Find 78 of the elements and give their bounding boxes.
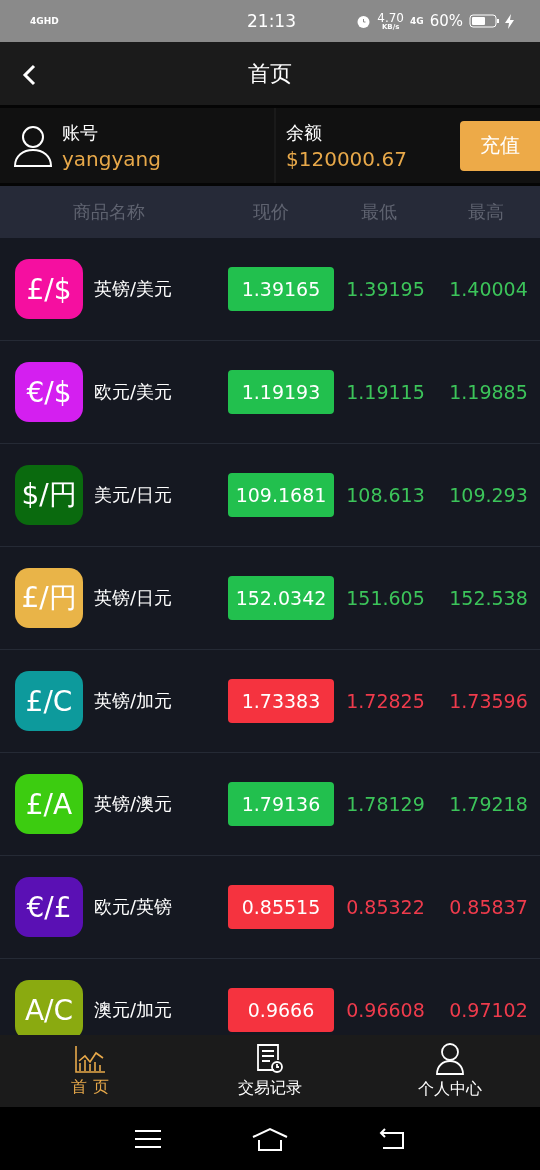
network-type: 4G [410,16,424,26]
high-price: 1.79218 [448,793,529,815]
current-price: 109.1681 [228,473,334,517]
menu-icon[interactable] [135,1128,162,1149]
high-price: 1.73596 [448,690,529,712]
balance-label: 余额 [286,120,323,145]
low-price: 1.39195 [345,278,426,300]
balance-amount: $120000.67 [286,146,407,171]
pair-name: 欧元/美元 [94,380,174,404]
current-price: 0.85515 [228,885,334,929]
currency-symbol: £/円 [15,568,83,628]
low-price: 108.613 [345,484,426,506]
current-price: 1.19193 [228,370,334,414]
currency-symbol: £/C [15,671,83,731]
current-price: 0.9666 [228,988,334,1032]
high-price: 0.97102 [448,999,529,1021]
back-icon[interactable] [22,64,36,86]
currency-row[interactable]: £/A 英镑/澳元 1.79136 1.78129 1.79218 [0,753,540,856]
battery-icon [469,14,499,28]
network-indicator: 4GHD [30,16,59,26]
current-price: 1.79136 [228,782,334,826]
pair-name: 英镑/日元 [94,586,174,610]
person-icon [436,1042,464,1075]
document-clock-icon [256,1043,284,1074]
nav-tab[interactable]: 个人中心 [360,1035,540,1107]
high-price: 1.19885 [448,381,529,403]
pair-name: 英镑/美元 [94,277,174,301]
back-nav-icon[interactable] [378,1127,405,1150]
account-label: 账号 [62,120,99,145]
pair-name: 澳元/加元 [94,998,174,1022]
home-icon[interactable] [252,1126,288,1151]
pair-name: 欧元/英镑 [94,895,174,919]
page-title: 首页 [248,59,292,88]
currency-symbol: $/円 [15,465,83,525]
current-price: 1.73383 [228,679,334,723]
currency-symbol: €/£ [15,877,83,937]
current-price: 1.39165 [228,267,334,311]
alarm-icon [356,13,372,29]
currency-symbol: £/A [15,774,83,834]
network-speed: 4.70 [377,11,404,24]
pair-name: 英镑/加元 [94,689,174,713]
high-price: 152.538 [448,587,529,609]
low-price: 1.78129 [345,793,426,815]
currency-row[interactable]: $/円 美元/日元 109.1681 108.613 109.293 [0,444,540,547]
charging-icon [505,13,514,29]
currency-symbol: €/$ [15,362,83,422]
column-header: 商品名称 [71,200,146,224]
low-price: 1.72825 [345,690,426,712]
pair-name: 美元/日元 [94,483,174,507]
low-price: 151.605 [345,587,426,609]
high-price: 1.40004 [448,278,529,300]
low-price: 1.19115 [345,381,426,403]
currency-row[interactable]: £/円 英镑/日元 152.0342 151.605 152.538 [0,547,540,650]
currency-symbol: A/C [15,980,83,1035]
pair-name: 英镑/澳元 [94,792,174,816]
nav-tab[interactable]: 交易记录 [180,1035,360,1107]
currency-row[interactable]: €/$ 欧元/美元 1.19193 1.19115 1.19885 [0,341,540,444]
low-price: 0.85322 [345,896,426,918]
chart-icon [74,1044,106,1073]
column-header: 现价 [251,200,290,224]
high-price: 0.85837 [448,896,529,918]
tab-label: 个人中心 [418,1078,482,1100]
tab-label: 交易记录 [238,1077,302,1099]
username: yangyang [62,146,161,171]
high-price: 109.293 [448,484,529,506]
nav-tab[interactable]: 首 页 [0,1035,180,1107]
battery-percent: 60% [429,12,463,30]
column-header: 最低 [359,200,398,224]
currency-row[interactable]: £/C 英镑/加元 1.73383 1.72825 1.73596 [0,650,540,753]
clock-time: 21:13 [247,11,296,31]
user-icon [14,124,52,167]
currency-row[interactable]: €/£ 欧元/英镑 0.85515 0.85322 0.85837 [0,856,540,959]
current-price: 152.0342 [228,576,334,620]
low-price: 0.96608 [345,999,426,1021]
tab-label: 首 页 [71,1076,109,1098]
currency-symbol: £/$ [15,259,83,319]
column-header: 最高 [467,200,506,224]
currency-row[interactable]: £/$ 英镑/美元 1.39165 1.39195 1.40004 [0,238,540,341]
